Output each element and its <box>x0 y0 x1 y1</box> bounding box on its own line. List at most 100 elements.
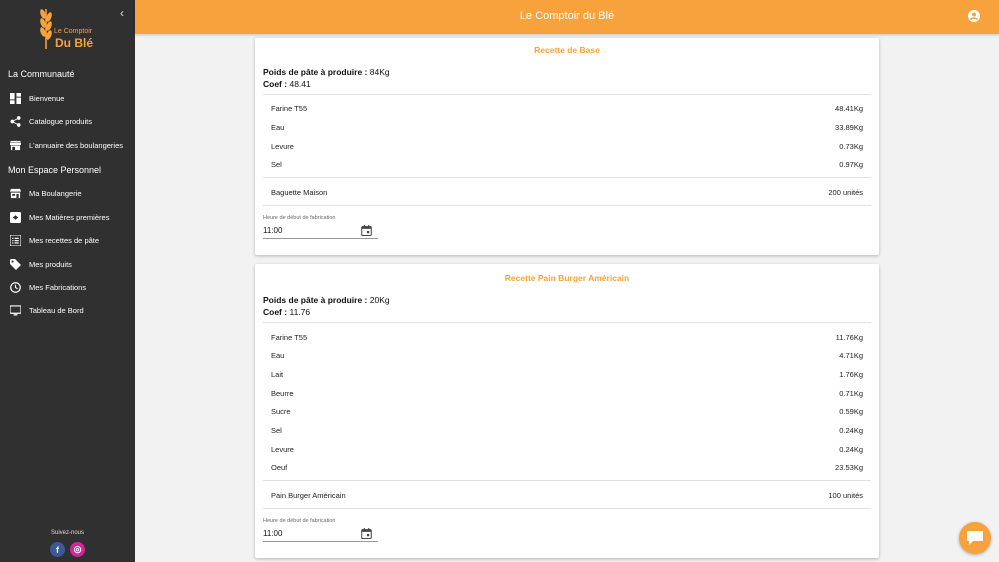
dough-weight-value: 20Kg <box>369 295 390 305</box>
list-icon <box>9 234 21 246</box>
sidebar-item-matieres[interactable]: Mes Matières premières <box>0 207 135 227</box>
ingredient-qty: 0.73Kg <box>839 142 863 151</box>
sidebar-item-label: Catalogue produits <box>29 116 92 126</box>
collapse-sidebar-button[interactable]: ‹ <box>116 6 128 20</box>
chat-button[interactable] <box>959 522 991 554</box>
recipe-card: Recette Pain Burger Américain Poids de p… <box>255 264 879 558</box>
coef: Coef : 48.41 <box>263 79 311 89</box>
facebook-link[interactable]: f <box>50 542 65 557</box>
section-personal: Mon Espace Personnel <box>8 165 102 175</box>
ingredient-qty: 0.97Kg <box>839 160 863 169</box>
ingredient-name: Farine T55 <box>271 333 308 342</box>
ingredient-row: Farine T55 48.41Kg <box>271 104 863 116</box>
ingredient-row: Sel 0.97Kg <box>271 160 863 172</box>
dough-weight: Poids de pâte à produire : 20Kg <box>263 295 390 305</box>
coef-label: Coef : <box>263 79 288 89</box>
ingredient-qty: 0.59Kg <box>839 407 863 416</box>
divider <box>263 205 871 206</box>
start-time-label: Heure de début de fabrication <box>263 215 336 221</box>
ingredient-qty: 11.76Kg <box>835 333 863 342</box>
recipe-title: Recette Pain Burger Américain <box>504 273 630 283</box>
start-time-value: 11:00 <box>263 226 283 235</box>
start-time-value: 11:00 <box>263 529 283 538</box>
sidebar-item-label: Mes recettes de pâte <box>29 235 100 245</box>
instagram-icon: ◎ <box>73 544 82 554</box>
brand-line2: Du Blé <box>55 36 94 50</box>
monitor-icon <box>9 304 21 316</box>
ingredient-row: Lait 1.76Kg <box>271 370 863 382</box>
tag-icon <box>9 258 21 270</box>
product-row: Baguette Maison 200 unités <box>271 188 863 200</box>
calendar-icon[interactable] <box>361 528 372 539</box>
sidebar-item-annuaire[interactable]: L'annuaire des boulangeries <box>0 135 135 155</box>
dough-weight-label: Poids de pâte à produire : <box>263 295 368 305</box>
sidebar-item-label: Ma Boulangerie <box>29 188 82 198</box>
follow-us-label: Suivez-nous <box>50 530 85 536</box>
sidebar-item-label: Bienvenue <box>29 93 65 103</box>
divider <box>263 322 871 323</box>
facebook-icon: f <box>56 544 59 555</box>
ingredient-qty: 48.41Kg <box>835 104 863 113</box>
sidebar-item-catalogue[interactable]: Catalogue produits <box>0 111 135 131</box>
ingredient-row: Eau 33.89Kg <box>271 123 863 135</box>
sidebar-item-label: L'annuaire des boulangeries <box>29 140 124 150</box>
ingredient-name: Lait <box>271 370 284 379</box>
ingredient-qty: 4.71Kg <box>839 351 863 360</box>
product-qty: 200 unités <box>828 188 863 197</box>
start-time-input[interactable]: 11:00 <box>263 225 378 239</box>
sidebar-item-tableau[interactable]: Tableau de Bord <box>0 300 135 320</box>
store-icon <box>9 139 21 151</box>
ingredient-name: Sucre <box>271 407 291 416</box>
sidebar-item-bienvenue[interactable]: Bienvenue <box>0 88 135 108</box>
dough-weight-label: Poids de pâte à produire : <box>263 67 368 77</box>
ingredient-row: Sel 0.24Kg <box>271 426 863 438</box>
calendar-icon[interactable] <box>361 225 372 236</box>
start-time-input[interactable]: 11:00 <box>263 528 378 542</box>
dough-weight-value: 84Kg <box>369 67 390 77</box>
recipe-title: Recette de Base <box>534 45 600 55</box>
account-icon[interactable] <box>968 10 980 22</box>
divider <box>263 177 871 178</box>
ingredient-name: Oeuf <box>271 463 288 472</box>
divider <box>263 94 871 95</box>
ingredient-name: Farine T55 <box>271 104 308 113</box>
share-icon <box>9 115 21 127</box>
ingredient-qty: 0.24Kg <box>839 445 863 454</box>
ingredient-qty: 23.53Kg <box>835 463 863 472</box>
ingredient-row: Levure 0.24Kg <box>271 445 863 457</box>
ingredient-qty: 33.89Kg <box>835 123 863 132</box>
instagram-link[interactable]: ◎ <box>70 542 85 557</box>
recipe-card: Recette de Base Poids de pâte à produire… <box>255 38 879 255</box>
chat-bubble-icon <box>967 531 983 545</box>
sidebar-item-fabrications[interactable]: Mes Fabrications <box>0 277 135 297</box>
ingredient-row: Oeuf 23.53Kg <box>271 463 863 475</box>
ingredient-name: Beurre <box>271 389 294 398</box>
inventory-icon <box>9 211 21 223</box>
ingredient-row: Farine T55 11.76Kg <box>271 333 863 345</box>
coef: Coef : 11.76 <box>263 307 310 317</box>
storefront-icon <box>9 187 21 199</box>
product-name: Pain Burger Américain <box>271 491 346 500</box>
sidebar-item-recettes[interactable]: Mes recettes de pâte <box>0 230 135 250</box>
divider <box>263 508 871 509</box>
clock-icon <box>9 281 21 293</box>
ingredient-qty: 0.24Kg <box>839 426 863 435</box>
ingredient-name: Eau <box>271 351 285 360</box>
coef-label: Coef : <box>263 307 288 317</box>
start-time-label: Heure de début de fabrication <box>263 518 336 524</box>
wheat-icon <box>40 9 52 49</box>
section-community: La Communauté <box>8 69 75 79</box>
ingredient-row: Levure 0.73Kg <box>271 142 863 154</box>
sidebar-item-produits[interactable]: Mes produits <box>0 254 135 274</box>
ingredient-name: Sel <box>271 426 282 435</box>
sidebar-item-label: Mes Fabrications <box>29 282 87 292</box>
divider <box>263 480 871 481</box>
ingredient-row: Sucre 0.59Kg <box>271 407 863 419</box>
ingredient-qty: 1.76Kg <box>839 370 863 379</box>
sidebar-item-label: Mes Matières premières <box>29 212 110 222</box>
brand-logo[interactable]: Le Comptoir Du Blé <box>36 5 100 51</box>
top-app-bar: Le Comptoir du Blé <box>135 0 999 34</box>
ingredient-name: Levure <box>271 445 294 454</box>
sidebar-item-boulangerie[interactable]: Ma Boulangerie <box>0 183 135 203</box>
product-qty: 100 unités <box>828 491 863 500</box>
